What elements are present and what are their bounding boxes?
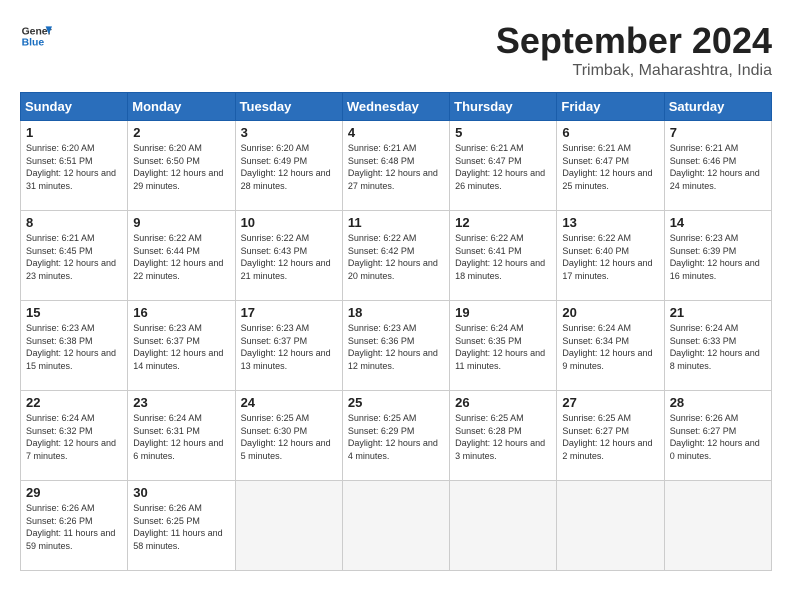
header-row: Sunday Monday Tuesday Wednesday Thursday… [21,93,772,121]
calendar-cell: 18 Sunrise: 6:23 AM Sunset: 6:36 PM Dayl… [342,301,449,391]
calendar-cell: 22 Sunrise: 6:24 AM Sunset: 6:32 PM Dayl… [21,391,128,481]
calendar-cell: 25 Sunrise: 6:25 AM Sunset: 6:29 PM Dayl… [342,391,449,481]
calendar-cell: 1 Sunrise: 6:20 AM Sunset: 6:51 PM Dayli… [21,121,128,211]
calendar-cell [450,481,557,571]
calendar-cell: 24 Sunrise: 6:25 AM Sunset: 6:30 PM Dayl… [235,391,342,481]
svg-text:Blue: Blue [22,38,45,49]
calendar-cell: 26 Sunrise: 6:25 AM Sunset: 6:28 PM Dayl… [450,391,557,481]
calendar-cell: 2 Sunrise: 6:20 AM Sunset: 6:50 PM Dayli… [128,121,235,211]
calendar-cell: 14 Sunrise: 6:23 AM Sunset: 6:39 PM Dayl… [664,211,771,301]
logo: General Blue [20,20,52,52]
calendar-cell: 8 Sunrise: 6:21 AM Sunset: 6:45 PM Dayli… [21,211,128,301]
col-wednesday: Wednesday [342,93,449,121]
calendar-cell: 13 Sunrise: 6:22 AM Sunset: 6:40 PM Dayl… [557,211,664,301]
calendar-cell: 19 Sunrise: 6:24 AM Sunset: 6:35 PM Dayl… [450,301,557,391]
calendar-cell: 27 Sunrise: 6:25 AM Sunset: 6:27 PM Dayl… [557,391,664,481]
calendar-cell [235,481,342,571]
calendar-cell: 20 Sunrise: 6:24 AM Sunset: 6:34 PM Dayl… [557,301,664,391]
calendar-cell [557,481,664,571]
col-friday: Friday [557,93,664,121]
calendar-cell: 15 Sunrise: 6:23 AM Sunset: 6:38 PM Dayl… [21,301,128,391]
calendar-cell: 21 Sunrise: 6:24 AM Sunset: 6:33 PM Dayl… [664,301,771,391]
calendar-cell: 7 Sunrise: 6:21 AM Sunset: 6:46 PM Dayli… [664,121,771,211]
col-sunday: Sunday [21,93,128,121]
calendar-cell [664,481,771,571]
calendar-table: Sunday Monday Tuesday Wednesday Thursday… [20,92,772,571]
calendar-cell: 30 Sunrise: 6:26 AM Sunset: 6:25 PM Dayl… [128,481,235,571]
calendar-cell: 6 Sunrise: 6:21 AM Sunset: 6:47 PM Dayli… [557,121,664,211]
col-tuesday: Tuesday [235,93,342,121]
col-saturday: Saturday [664,93,771,121]
col-thursday: Thursday [450,93,557,121]
calendar-cell: 11 Sunrise: 6:22 AM Sunset: 6:42 PM Dayl… [342,211,449,301]
location-title: Trimbak, Maharashtra, India [496,62,772,80]
calendar-cell: 5 Sunrise: 6:21 AM Sunset: 6:47 PM Dayli… [450,121,557,211]
calendar-cell: 16 Sunrise: 6:23 AM Sunset: 6:37 PM Dayl… [128,301,235,391]
calendar-week-1: 1 Sunrise: 6:20 AM Sunset: 6:51 PM Dayli… [21,121,772,211]
calendar-week-5: 29 Sunrise: 6:26 AM Sunset: 6:26 PM Dayl… [21,481,772,571]
calendar-cell: 12 Sunrise: 6:22 AM Sunset: 6:41 PM Dayl… [450,211,557,301]
calendar-cell: 10 Sunrise: 6:22 AM Sunset: 6:43 PM Dayl… [235,211,342,301]
calendar-cell: 9 Sunrise: 6:22 AM Sunset: 6:44 PM Dayli… [128,211,235,301]
calendar-cell: 3 Sunrise: 6:20 AM Sunset: 6:49 PM Dayli… [235,121,342,211]
month-title: September 2024 [496,20,772,62]
calendar-cell: 4 Sunrise: 6:21 AM Sunset: 6:48 PM Dayli… [342,121,449,211]
calendar-week-4: 22 Sunrise: 6:24 AM Sunset: 6:32 PM Dayl… [21,391,772,481]
calendar-cell: 17 Sunrise: 6:23 AM Sunset: 6:37 PM Dayl… [235,301,342,391]
calendar-cell [342,481,449,571]
calendar-cell: 28 Sunrise: 6:26 AM Sunset: 6:27 PM Dayl… [664,391,771,481]
calendar-cell: 23 Sunrise: 6:24 AM Sunset: 6:31 PM Dayl… [128,391,235,481]
calendar-week-2: 8 Sunrise: 6:21 AM Sunset: 6:45 PM Dayli… [21,211,772,301]
calendar-cell: 29 Sunrise: 6:26 AM Sunset: 6:26 PM Dayl… [21,481,128,571]
col-monday: Monday [128,93,235,121]
calendar-week-3: 15 Sunrise: 6:23 AM Sunset: 6:38 PM Dayl… [21,301,772,391]
